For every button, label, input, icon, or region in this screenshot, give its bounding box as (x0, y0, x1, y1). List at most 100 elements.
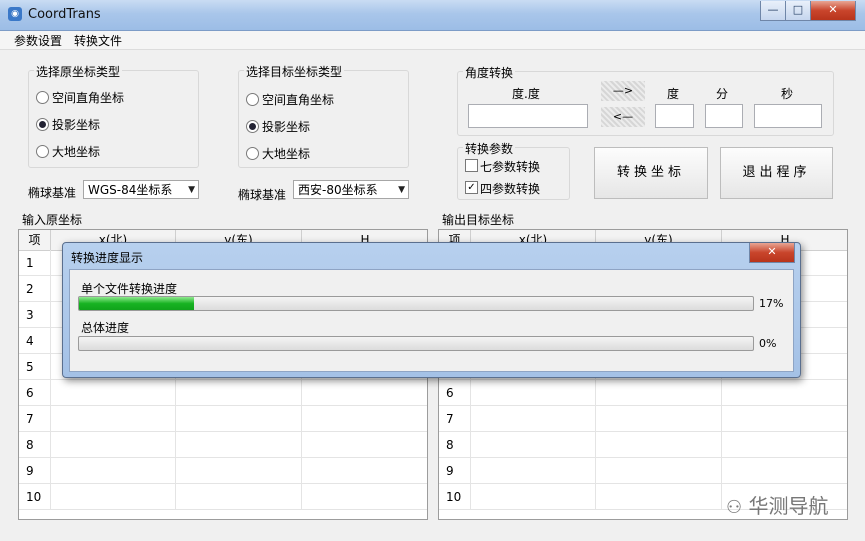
column-header: 项 (19, 230, 51, 250)
row-index-cell[interactable]: 3 (19, 302, 51, 328)
row-index-cell[interactable]: 8 (439, 432, 471, 458)
table-cell[interactable] (51, 380, 176, 406)
row-index-cell[interactable]: 10 (439, 484, 471, 510)
target-radio-cartesian-label: 空间直角坐标 (262, 93, 335, 107)
table-cell[interactable] (302, 484, 427, 510)
table-cell[interactable] (596, 406, 722, 432)
watermark-logo: ⚇ 华测导航 (726, 490, 829, 519)
minute-input[interactable] (705, 104, 743, 128)
table-cell[interactable] (176, 458, 302, 484)
maximize-button[interactable]: □ (785, 1, 811, 21)
row-index-cell[interactable]: 4 (19, 328, 51, 354)
target-ellipsoid-label: 椭球基准 (238, 188, 287, 202)
progress-dialog: 转换进度显示 ✕ 单个文件转换进度 17% 总体进度 0% (62, 242, 801, 378)
output-table-label: 输出目标坐标 (442, 213, 515, 227)
target-radio-projected[interactable] (246, 120, 259, 133)
file-progress-percent: 17% (759, 297, 784, 310)
table-cell[interactable] (51, 432, 176, 458)
app-icon: ◉ (8, 7, 22, 21)
table-cell[interactable] (471, 406, 596, 432)
table-cell[interactable] (596, 458, 722, 484)
table-cell[interactable] (722, 432, 847, 458)
source-radio-cartesian[interactable] (36, 91, 49, 104)
menu-params[interactable]: 参数设置 (14, 32, 62, 49)
table-cell[interactable] (51, 484, 176, 510)
minimize-button[interactable]: — (760, 1, 786, 21)
wechat-icon: ⚇ (726, 497, 743, 518)
file-progress-label: 单个文件转换进度 (81, 282, 178, 296)
row-index-cell[interactable]: 7 (19, 406, 51, 432)
menu-bar (0, 31, 865, 50)
second-label: 秒 (781, 87, 794, 101)
row-index-cell[interactable]: 9 (439, 458, 471, 484)
table-cell[interactable] (722, 406, 847, 432)
target-ellipsoid-select[interactable]: 西安-80坐标系 ▼ (293, 180, 409, 199)
source-ellipsoid-select[interactable]: WGS-84坐标系 ▼ (83, 180, 199, 199)
row-index-cell[interactable]: 6 (19, 380, 51, 406)
target-radio-geodetic-label: 大地坐标 (262, 147, 311, 161)
table-cell[interactable] (471, 380, 596, 406)
row-index-cell[interactable]: 9 (19, 458, 51, 484)
menu-convert-file[interactable]: 转换文件 (74, 32, 122, 49)
table-cell[interactable] (471, 432, 596, 458)
target-radio-cartesian[interactable] (246, 93, 259, 106)
to-decimal-button[interactable]: <— (601, 107, 645, 127)
table-cell[interactable] (302, 406, 427, 432)
watermark-text: 华测导航 (748, 494, 829, 518)
total-progress-label: 总体进度 (81, 321, 130, 335)
table-cell[interactable] (471, 484, 596, 510)
total-progress-percent: 0% (759, 337, 777, 350)
to-dms-button[interactable]: —> (601, 81, 645, 101)
progress-dialog-body: 单个文件转换进度 17% 总体进度 0% (69, 269, 794, 372)
file-progress-bar (78, 296, 754, 311)
convert-button[interactable]: 转换坐标 (594, 147, 708, 199)
decimal-degree-label: 度.度 (512, 87, 540, 101)
row-index-cell[interactable]: 8 (19, 432, 51, 458)
input-table-label: 输入原坐标 (22, 213, 83, 227)
table-cell[interactable] (596, 484, 722, 510)
table-cell[interactable] (176, 432, 302, 458)
file-progress-fill (79, 297, 194, 310)
row-index-cell[interactable]: 10 (19, 484, 51, 510)
degree-label: 度 (667, 87, 680, 101)
row-index-cell[interactable]: 5 (19, 354, 51, 380)
source-radio-geodetic-label: 大地坐标 (52, 145, 101, 159)
table-cell[interactable] (302, 380, 427, 406)
row-index-cell[interactable]: 2 (19, 276, 51, 302)
close-button[interactable]: ✕ (810, 1, 856, 21)
table-cell[interactable] (176, 484, 302, 510)
row-index-cell[interactable]: 1 (19, 250, 51, 276)
second-input[interactable] (754, 104, 822, 128)
source-type-label: 选择原坐标类型 (34, 63, 123, 80)
table-cell[interactable] (722, 380, 847, 406)
seven-param-checkbox[interactable] (465, 159, 478, 172)
table-cell[interactable] (471, 458, 596, 484)
table-cell[interactable] (176, 380, 302, 406)
table-cell[interactable] (51, 458, 176, 484)
table-cell[interactable] (51, 406, 176, 432)
target-radio-geodetic[interactable] (246, 147, 259, 160)
progress-dialog-close-button[interactable]: ✕ (749, 243, 795, 263)
source-radio-geodetic[interactable] (36, 145, 49, 158)
degree-input[interactable] (655, 104, 694, 128)
chevron-down-icon: ▼ (188, 185, 195, 195)
target-ellipsoid-value: 西安-80坐标系 (298, 183, 378, 197)
exit-button[interactable]: 退出程序 (720, 147, 833, 199)
total-progress-bar (78, 336, 754, 351)
table-cell[interactable] (596, 380, 722, 406)
table-cell[interactable] (596, 432, 722, 458)
target-type-label: 选择目标坐标类型 (244, 63, 345, 80)
chevron-down-icon: ▼ (398, 185, 405, 195)
source-ellipsoid-label: 椭球基准 (28, 186, 77, 200)
row-index-cell[interactable]: 6 (439, 380, 471, 406)
four-param-checkbox[interactable]: ✓ (465, 181, 478, 194)
row-index-cell[interactable]: 7 (439, 406, 471, 432)
table-cell[interactable] (302, 458, 427, 484)
decimal-degree-input[interactable] (468, 104, 588, 128)
source-radio-projected[interactable] (36, 118, 49, 131)
table-cell[interactable] (722, 458, 847, 484)
source-ellipsoid-value: WGS-84坐标系 (88, 183, 173, 197)
table-cell[interactable] (176, 406, 302, 432)
table-cell[interactable] (302, 432, 427, 458)
target-radio-projected-label: 投影坐标 (262, 120, 311, 134)
